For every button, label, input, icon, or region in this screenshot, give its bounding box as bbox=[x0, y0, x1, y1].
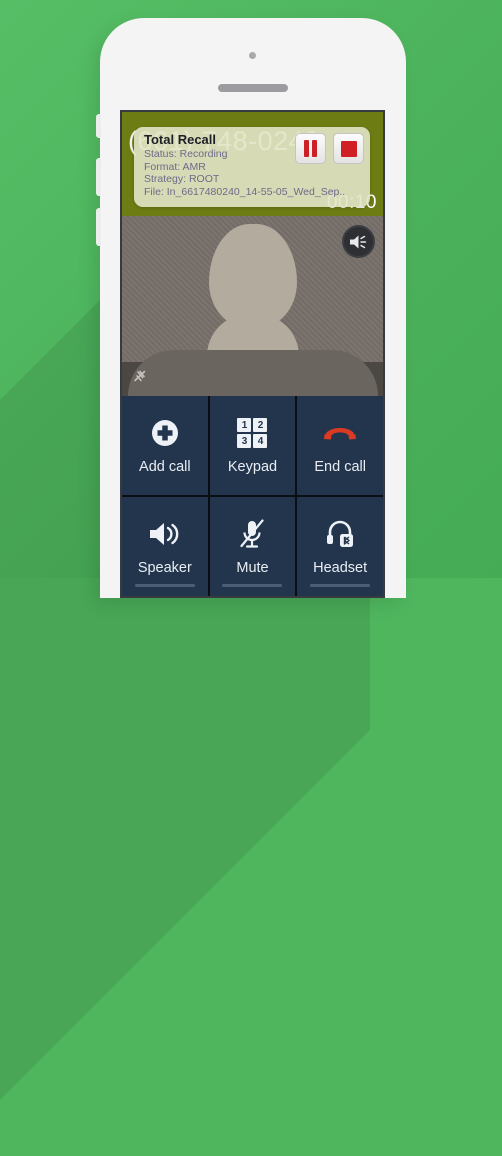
speaker-icon bbox=[146, 517, 184, 551]
contact-silhouette-shoulders bbox=[127, 350, 378, 396]
keypad-key-2: 2 bbox=[253, 418, 268, 432]
volume-down-button[interactable] bbox=[96, 208, 101, 246]
stop-icon bbox=[340, 140, 357, 157]
total-recall-overlay[interactable]: Total Recall Status: Recording Format: A… bbox=[134, 127, 370, 207]
speaker-label: Speaker bbox=[137, 560, 192, 576]
contact-silhouette-icon bbox=[208, 224, 297, 328]
keypad-icon: 1 2 3 4 bbox=[233, 416, 271, 450]
phone-device: (661) 748-0240 00:10 Total Recall Status… bbox=[96, 18, 406, 598]
keypad-label: Keypad bbox=[227, 459, 278, 475]
end-call-icon bbox=[321, 416, 359, 450]
speaker-icon bbox=[350, 235, 367, 248]
keypad-button[interactable]: 1 2 3 4 Keypad bbox=[209, 396, 296, 495]
add-call-button[interactable]: Add call bbox=[122, 396, 208, 495]
keypad-key-1: 1 bbox=[237, 418, 252, 432]
headset-state-underline bbox=[310, 584, 371, 587]
headset-button[interactable]: Headset bbox=[297, 497, 383, 596]
overlay-file-line: File: In_6617480240_14-55-05_Wed_Sep.. bbox=[144, 185, 346, 198]
speaker-state-underline bbox=[134, 584, 195, 587]
end-call-button[interactable]: End call bbox=[297, 396, 383, 495]
camera-dot-icon bbox=[249, 52, 256, 59]
call-header: (661) 748-0240 00:10 Total Recall Status… bbox=[122, 112, 383, 216]
mic-muted-icon bbox=[134, 370, 146, 382]
keypad-key-4: 4 bbox=[253, 434, 268, 448]
mute-state-underline bbox=[222, 584, 283, 587]
add-call-label: Add call bbox=[139, 459, 191, 475]
contact-photo-area bbox=[122, 216, 383, 396]
overlay-controls bbox=[295, 133, 364, 164]
mute-button[interactable]: Mute bbox=[209, 497, 296, 596]
mic-muted-icon bbox=[233, 517, 271, 551]
silent-switch[interactable] bbox=[96, 114, 101, 138]
call-controls-grid: Add call 1 2 3 4 Keypad End call Speaker… bbox=[122, 396, 383, 596]
pause-icon bbox=[312, 140, 317, 157]
mute-label: Mute bbox=[236, 560, 269, 576]
overlay-strategy-line: Strategy: ROOT bbox=[144, 173, 220, 185]
end-call-label: End call bbox=[314, 459, 366, 475]
keypad-key-3: 3 bbox=[237, 434, 252, 448]
headset-label: Headset bbox=[313, 560, 368, 576]
add-call-icon bbox=[146, 416, 184, 450]
pause-icon bbox=[304, 140, 309, 157]
phone-screen: (661) 748-0240 00:10 Total Recall Status… bbox=[120, 110, 385, 598]
volume-up-button[interactable] bbox=[96, 158, 101, 196]
speaker-grille-icon bbox=[218, 84, 288, 92]
speaker-button[interactable]: Speaker bbox=[122, 497, 208, 596]
speaker-toggle-button[interactable] bbox=[342, 225, 375, 258]
pause-recording-button[interactable] bbox=[295, 133, 326, 164]
stop-recording-button[interactable] bbox=[333, 133, 364, 164]
bluetooth-headset-icon bbox=[321, 517, 359, 551]
